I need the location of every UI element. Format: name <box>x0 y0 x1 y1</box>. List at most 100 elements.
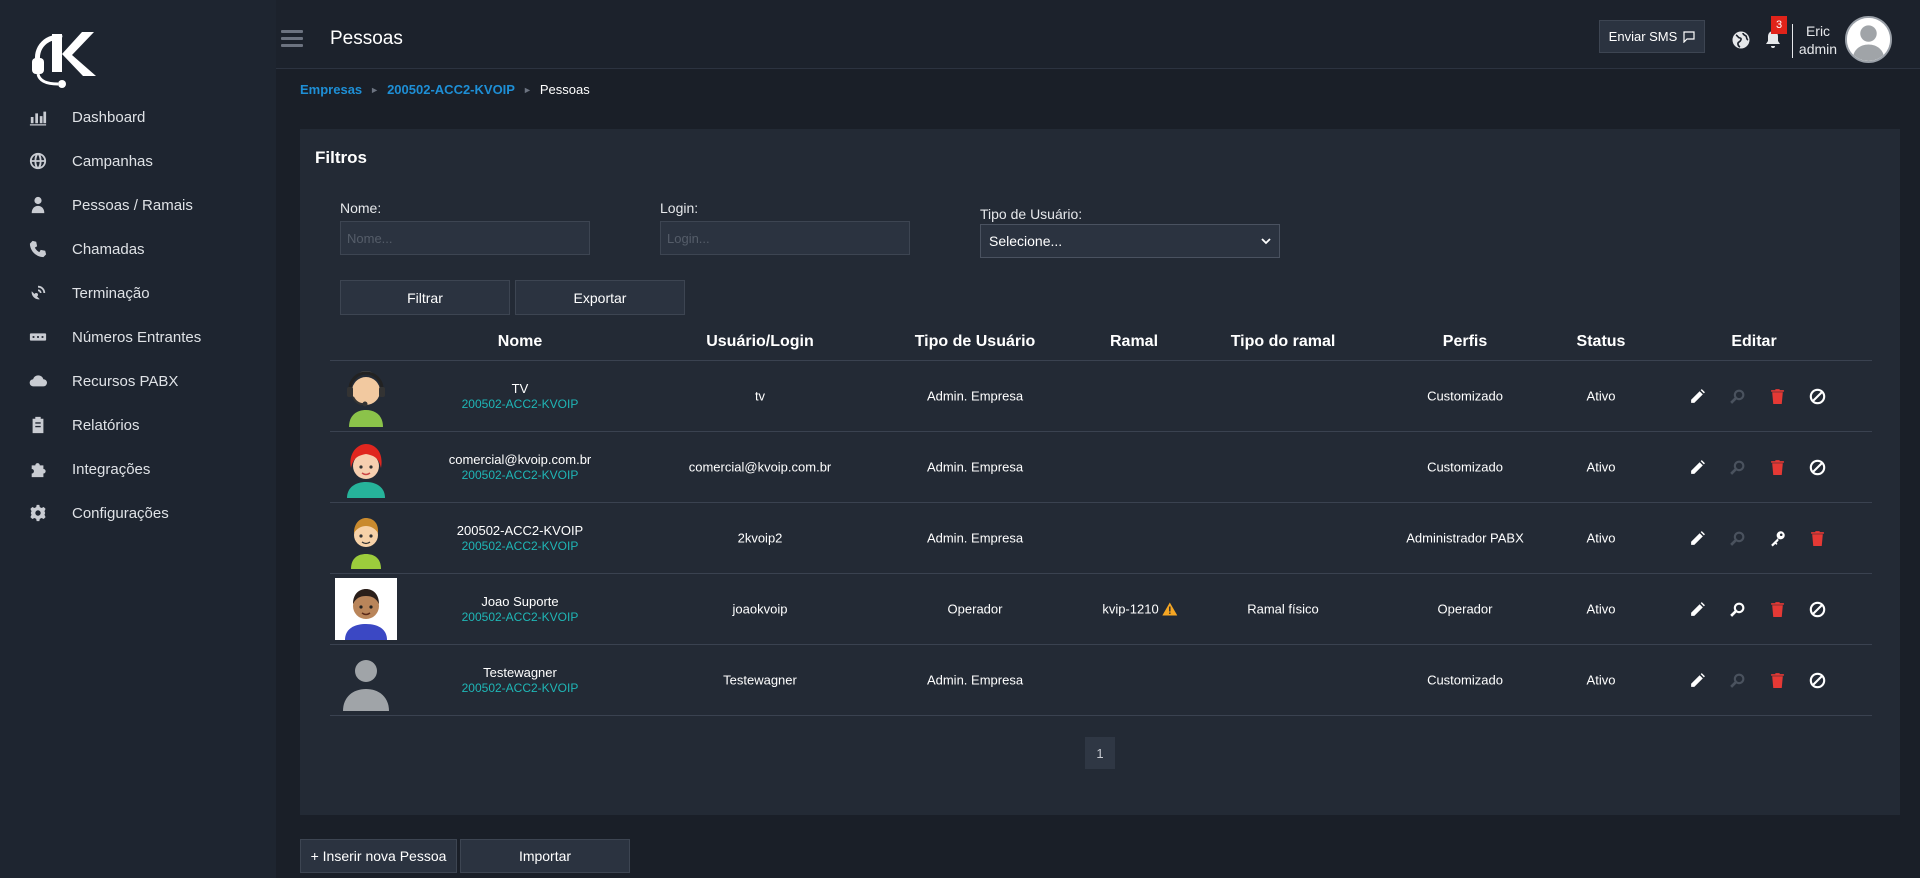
person-name: Joao Suporte <box>481 594 559 609</box>
delete-trash-icon[interactable] <box>1757 599 1797 619</box>
page-title: Pessoas <box>330 28 403 49</box>
status-cell: Ativo <box>1586 530 1616 546</box>
sidebar-item-dashboard[interactable]: Dashboard <box>0 95 276 139</box>
topbar: Pessoas Enviar SMS 3 Eric admin <box>276 0 1920 69</box>
chevron-down-icon <box>1261 237 1271 244</box>
person-company: 200502-ACC2-KVOIP <box>461 610 579 624</box>
sidebar-item-pessoas-ramais[interactable]: Pessoas / Ramais <box>0 183 276 227</box>
name-filter-input[interactable] <box>340 221 590 255</box>
col-perfis: Perfis <box>1442 333 1488 350</box>
row-actions <box>1677 670 1837 690</box>
block-icon[interactable] <box>1797 670 1837 690</box>
person-name: 200502-ACC2-KVOIP <box>456 523 584 538</box>
headset-avatar <box>335 365 397 427</box>
table-row[interactable]: Testewagner 200502-ACC2-KVOIP Testewagne… <box>330 645 1872 716</box>
pagination-page-1[interactable]: 1 <box>1085 737 1115 769</box>
col-ramal: Ramal <box>1109 333 1159 350</box>
login-cell: Testewagner <box>723 672 797 688</box>
filter-button[interactable]: Filtrar <box>340 280 510 315</box>
table-row[interactable]: TV 200502-ACC2-KVOIP tv Admin. Empresa C… <box>330 361 1872 432</box>
edit-pencil-icon[interactable] <box>1677 386 1717 406</box>
col-tipo-usuario: Tipo de Usuário <box>914 333 1036 350</box>
search-disabled-icon <box>1717 457 1757 477</box>
user-type-cell: Admin. Empresa <box>926 530 1024 546</box>
edit-pencil-icon[interactable] <box>1677 599 1717 619</box>
person-name: Testewagner <box>483 665 557 680</box>
sidebar-item-recursos-pabx[interactable]: Recursos PABX <box>0 359 276 403</box>
breadcrumb-company[interactable]: 200502-ACC2-KVOIP <box>387 82 515 97</box>
sidebar-item-configuracoes[interactable]: Configurações <box>0 491 276 535</box>
delete-trash-icon[interactable] <box>1797 528 1837 548</box>
user-type-cell: Admin. Empresa <box>926 388 1024 404</box>
kvoip-logo[interactable] <box>28 26 98 88</box>
table-row[interactable]: 200502-ACC2-KVOIP 200502-ACC2-KVOIP 2kvo… <box>330 503 1872 574</box>
send-sms-button[interactable]: Enviar SMS <box>1599 20 1705 53</box>
chart-icon <box>28 107 48 127</box>
sidebar-item-campanhas[interactable]: Campanhas <box>0 139 276 183</box>
filters-panel: Filtros Nome: Login: Tipo de Usuário: Se… <box>300 129 1900 815</box>
add-person-button[interactable]: + Inserir nova Pessoa <box>300 839 457 873</box>
sidebar-item-integracoes[interactable]: Integrações <box>0 447 276 491</box>
person-name-cell: 200502-ACC2-KVOIP 200502-ACC2-KVOIP <box>457 523 583 553</box>
language-globe-icon[interactable] <box>1731 30 1751 50</box>
person-company: 200502-ACC2-KVOIP <box>461 397 579 411</box>
warning-icon <box>1162 602 1178 616</box>
search-icon[interactable] <box>1717 599 1757 619</box>
breadcrumb-empresas[interactable]: Empresas <box>300 82 362 97</box>
sidebar-item-terminacao[interactable]: Terminação <box>0 271 276 315</box>
silhouette-avatar <box>335 649 397 711</box>
boy-avatar <box>335 507 397 569</box>
profile-cell: Customizado <box>1427 459 1503 475</box>
table-row[interactable]: Joao Suporte 200502-ACC2-KVOIP joaokvoip… <box>330 574 1872 645</box>
user-type-select[interactable]: Selecione... <box>980 224 1280 258</box>
gear-icon <box>28 503 48 523</box>
col-nome: Nome <box>497 333 543 350</box>
name-label: Nome: <box>340 200 382 216</box>
sidebar-item-relatorios[interactable]: Relatórios <box>0 403 276 447</box>
edit-pencil-icon[interactable] <box>1677 670 1717 690</box>
edit-pencil-icon[interactable] <box>1677 528 1717 548</box>
edit-pencil-icon[interactable] <box>1677 457 1717 477</box>
block-icon[interactable] <box>1797 386 1837 406</box>
keypad-icon <box>28 327 48 347</box>
sidebar-item-numeros-entrantes[interactable]: Números Entrantes <box>0 315 276 359</box>
user-name[interactable]: Eric admin <box>1796 22 1840 58</box>
delete-trash-icon[interactable] <box>1757 670 1797 690</box>
search-disabled-icon <box>1717 670 1757 690</box>
user-divider <box>1792 24 1793 58</box>
user-first-name: Eric <box>1805 23 1831 39</box>
clipboard-icon <box>28 415 48 435</box>
login-filter-input[interactable] <box>660 221 910 255</box>
ramal-cell[interactable]: kvip-1210 <box>1102 602 1178 617</box>
delete-trash-icon[interactable] <box>1757 457 1797 477</box>
profile-cell: Customizado <box>1427 672 1503 688</box>
table-row[interactable]: comercial@kvoip.com.br 200502-ACC2-KVOIP… <box>330 432 1872 503</box>
redhair-avatar <box>335 436 397 498</box>
sidebar-item-chamadas[interactable]: Chamadas <box>0 227 276 271</box>
send-sms-label: Enviar SMS <box>1608 29 1678 44</box>
user-avatar[interactable] <box>1845 16 1892 63</box>
sidebar-item-label: Terminação <box>72 284 150 302</box>
user-role: admin <box>1798 41 1838 57</box>
block-icon[interactable] <box>1797 457 1837 477</box>
search-disabled-icon <box>1717 386 1757 406</box>
person-name-cell: Joao Suporte 200502-ACC2-KVOIP <box>462 594 579 624</box>
hamburger-menu-icon[interactable] <box>281 30 303 48</box>
globe-icon <box>28 151 48 171</box>
login-cell: joaokvoip <box>732 601 788 617</box>
sidebar: Dashboard Campanhas Pessoas / Ramais Cha… <box>0 0 276 878</box>
satellite-icon <box>28 283 48 303</box>
import-button[interactable]: Importar <box>460 839 630 873</box>
sidebar-item-label: Números Entrantes <box>72 328 202 346</box>
delete-trash-icon[interactable] <box>1757 386 1797 406</box>
puzzle-icon <box>28 459 48 479</box>
key-icon[interactable] <box>1757 528 1797 548</box>
user-type-label: Tipo de Usuário: <box>980 206 1083 222</box>
block-icon[interactable] <box>1797 599 1837 619</box>
breadcrumb-separator-icon: ► <box>370 84 380 95</box>
man-avatar <box>335 578 397 640</box>
row-actions <box>1677 457 1837 477</box>
export-button[interactable]: Exportar <box>515 280 685 315</box>
row-actions <box>1677 528 1837 548</box>
sidebar-item-label: Chamadas <box>72 240 145 258</box>
